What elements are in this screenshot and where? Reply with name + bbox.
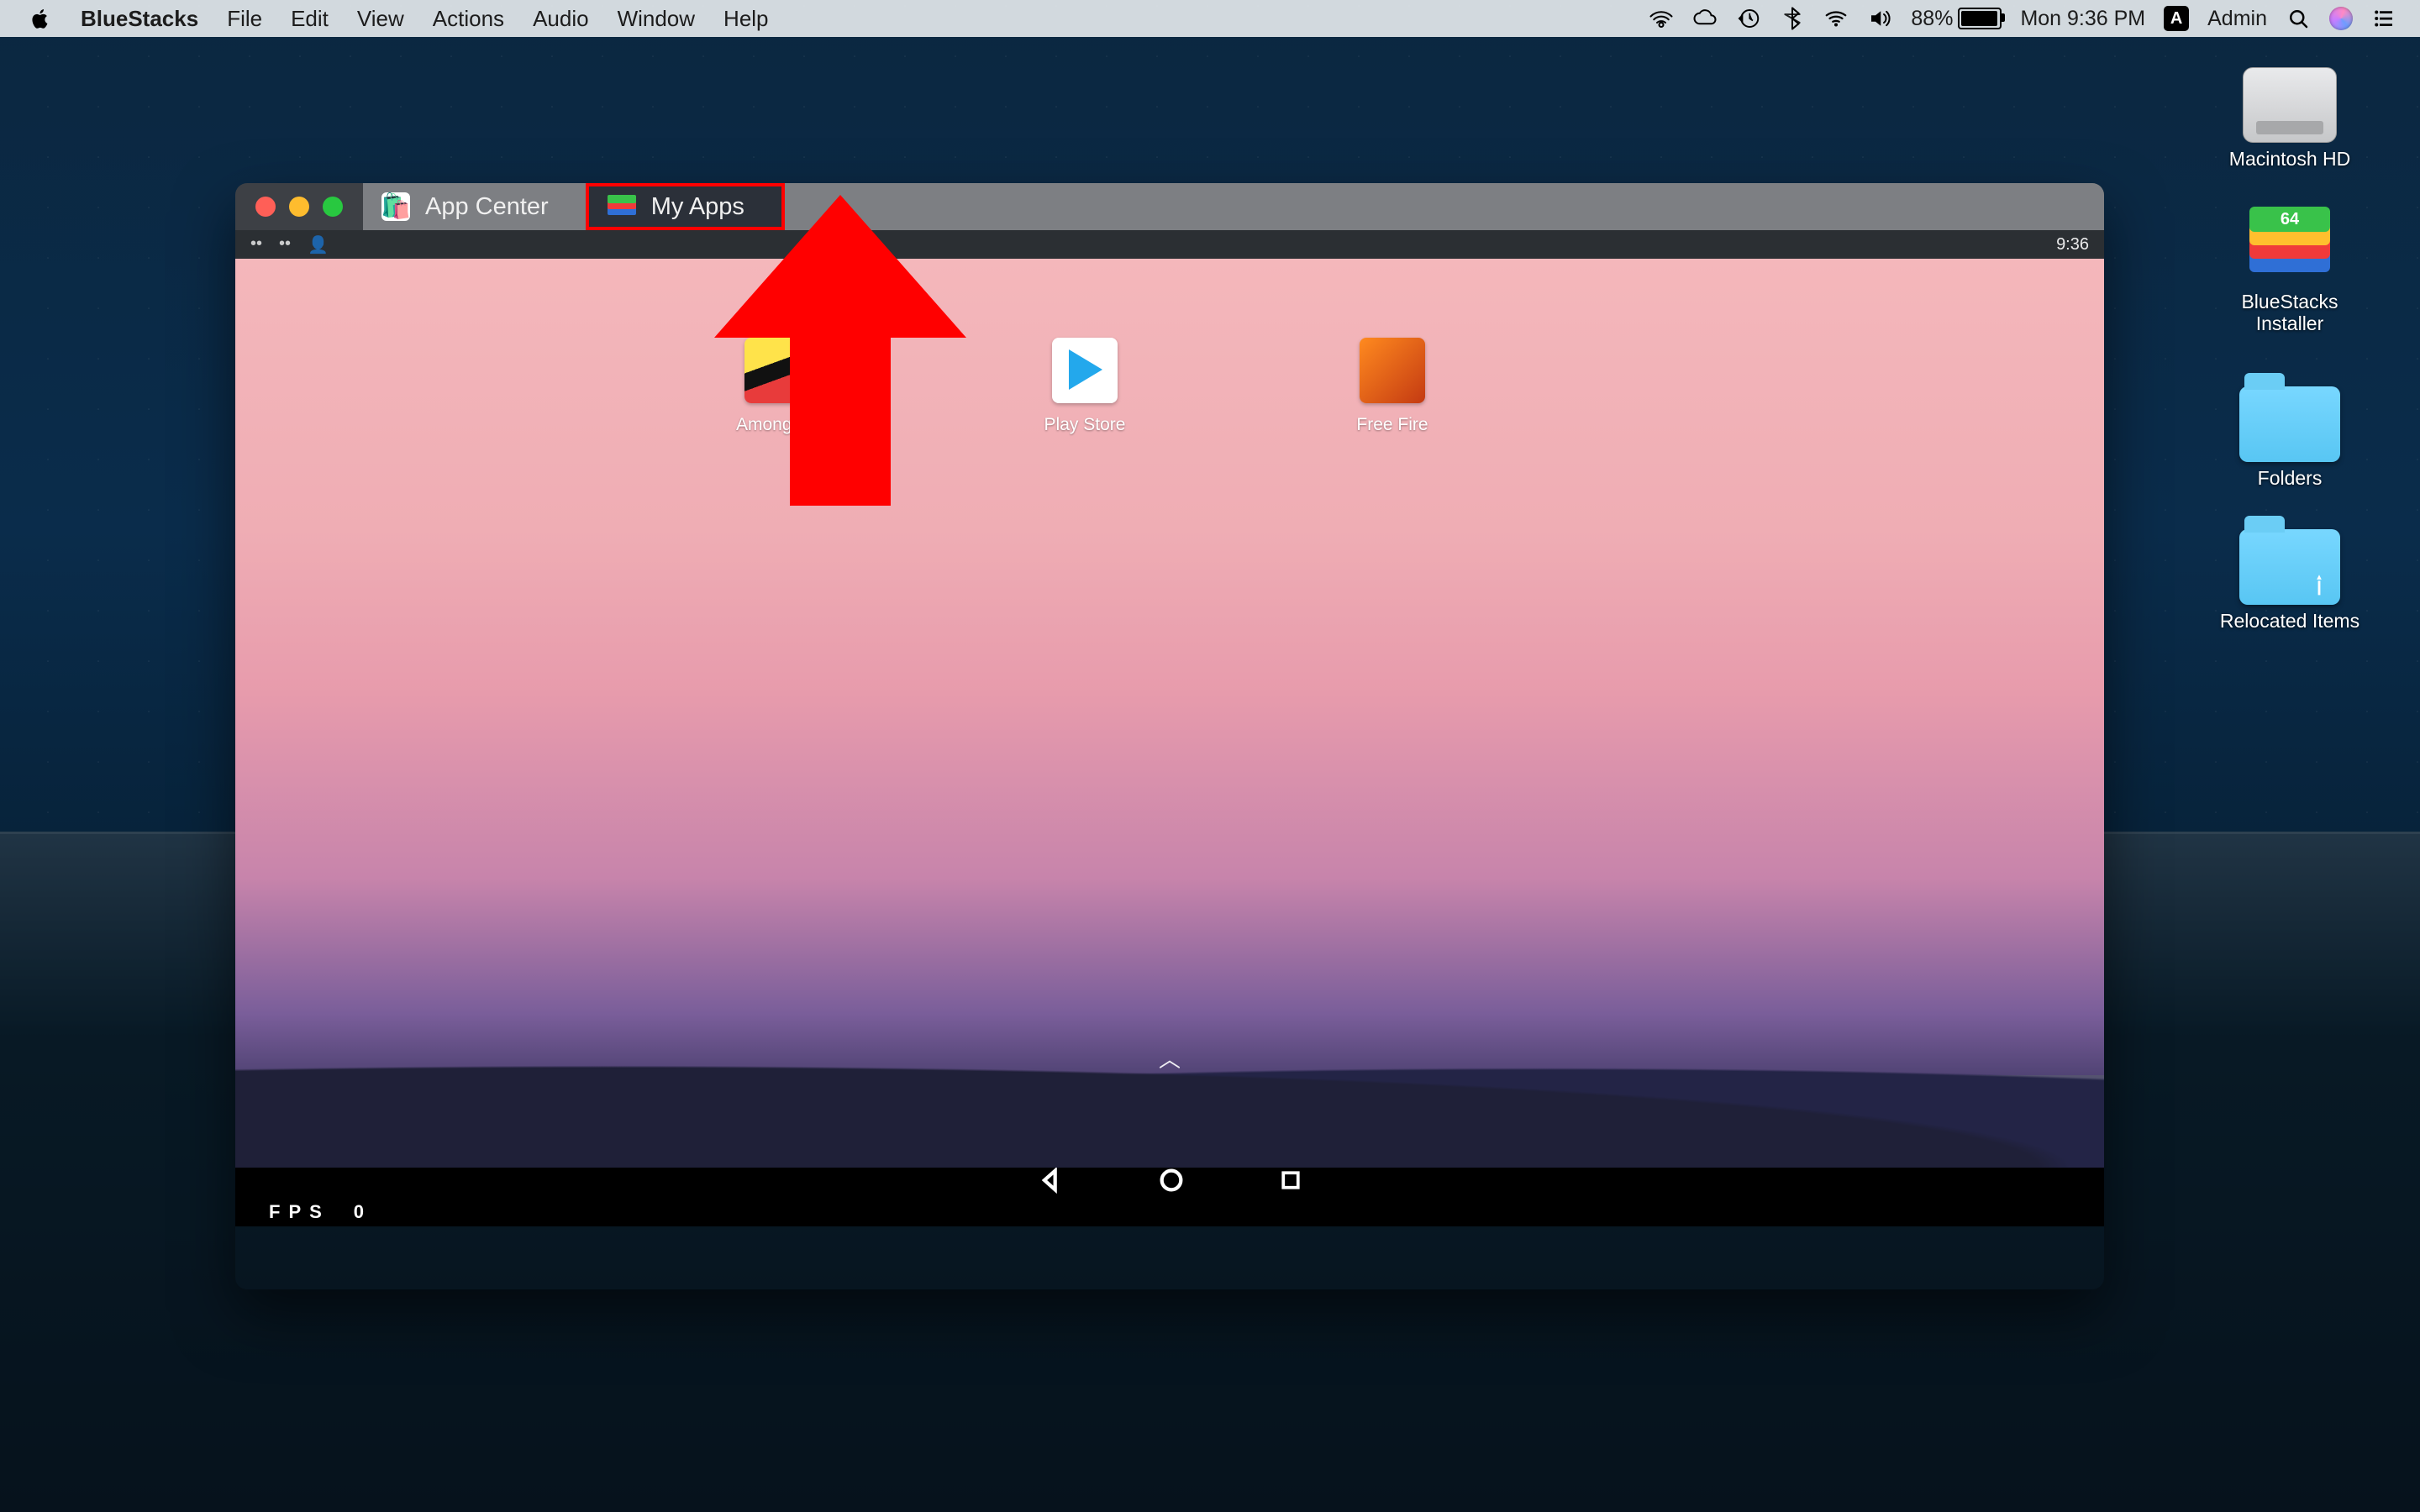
tray-chrome-app[interactable] [1370,1089,1434,1152]
desktop-icon-label: Relocated Items [2220,610,2360,632]
menu-actions[interactable]: Actions [433,6,504,32]
menubar-app-name[interactable]: BlueStacks [81,6,198,32]
status-person-icon: 👤 [308,234,329,255]
app-label: Free Fire [1356,415,1428,435]
tray-search-app[interactable] [674,1089,738,1152]
menu-edit[interactable]: Edit [291,6,329,32]
window-minimize-button[interactable] [289,197,309,217]
siri-icon[interactable] [2329,7,2353,30]
apple-menu-icon[interactable] [29,7,52,30]
bluestacks-window: 🛍️ App Center My Apps •• •• 👤 9:36 Among… [235,183,2104,1289]
desktop-icon-label: Macintosh HD [2229,148,2350,170]
desktop-icon-bluestacks-installer[interactable]: 64 BlueStacks Installer [2218,210,2361,335]
volume-icon[interactable] [1867,6,1892,31]
folder-icon [2239,529,2340,605]
creative-cloud-icon[interactable] [1692,6,1718,31]
nav-back-button[interactable] [1036,1166,1065,1199]
folder-icon [2239,386,2340,462]
android-nav-bar [235,1166,2104,1198]
fps-counter: FPS 0 [235,1198,2104,1226]
android-home-screen[interactable]: Among Us Play Store Free Fire ︿ [235,259,2104,1226]
tray-gallery-app[interactable] [906,1089,970,1152]
desktop-icon-label: Folders [2258,467,2323,489]
wifi-icon[interactable] [1823,6,1849,31]
fps-value: 0 [354,1201,366,1223]
menu-file[interactable]: File [227,6,262,32]
desktop-icon-macintosh-hd[interactable]: Macintosh HD [2218,67,2361,170]
tray-app-drawer-button[interactable] [1138,1089,1202,1152]
macos-desktop: BlueStacks File Edit View Actions Audio … [0,0,2420,1512]
menu-help[interactable]: Help [723,6,768,32]
menu-audio[interactable]: Audio [533,6,589,32]
bluestacks-tab-bar: 🛍️ App Center My Apps [235,183,2104,230]
nav-home-button[interactable] [1157,1166,1186,1199]
app-drawer-handle-icon[interactable]: ︿ [1159,1042,1181,1074]
desktop-icon-relocated-items[interactable]: Relocated Items [2218,529,2361,632]
tab-app-center[interactable]: 🛍️ App Center [363,183,586,230]
desktop-icon-folders[interactable]: Folders [2218,386,2361,489]
app-label: Play Store [1044,415,1126,435]
battery-percent: 88% [1911,7,1953,31]
bluestacks-tab-icon [608,195,636,218]
play-store-icon [1052,338,1118,403]
tray-browser-app[interactable] [1602,1089,1665,1152]
battery-icon [1958,8,2002,29]
status-notif-icon: •• [279,234,291,255]
macos-menubar: BlueStacks File Edit View Actions Audio … [0,0,2420,37]
desktop-icon-label: BlueStacks Installer [2218,291,2361,335]
app-drawer-icon [1150,1109,1189,1132]
android-favorites-tray [235,1075,2104,1166]
window-traffic-lights [235,197,363,217]
menu-window[interactable]: Window [618,6,695,32]
bluestacks-installer-icon: 64 [2244,210,2336,286]
time-machine-icon[interactable] [1736,6,1761,31]
app-center-tab-icon: 🛍️ [381,192,410,221]
app-play-store[interactable]: Play Store [1039,338,1131,435]
menu-view[interactable]: View [357,6,404,32]
spotlight-icon[interactable] [2286,6,2311,31]
hard-drive-icon [2243,67,2337,143]
android-status-bar: •• •• 👤 9:36 [235,230,2104,259]
window-close-button[interactable] [255,197,276,217]
free-fire-icon [1360,338,1425,403]
annotation-arrow-icon [714,195,966,514]
tab-label: App Center [425,193,549,221]
menubar-clock[interactable]: Mon 9:36 PM [2020,7,2145,31]
battery-indicator[interactable]: 88% [1911,7,2002,31]
status-notif-icon: •• [250,234,262,255]
android-clock: 9:36 [2056,235,2089,255]
notification-center-icon[interactable] [2371,6,2396,31]
hotspot-icon[interactable] [1649,6,1674,31]
window-zoom-button[interactable] [323,197,343,217]
fps-label: FPS [269,1201,330,1223]
bluetooth-icon[interactable] [1780,6,1805,31]
fast-user-badge-icon[interactable]: A [2164,6,2189,31]
app-free-fire[interactable]: Free Fire [1346,338,1439,435]
menubar-user[interactable]: Admin [2207,7,2267,31]
nav-recents-button[interactable] [1278,1168,1303,1197]
